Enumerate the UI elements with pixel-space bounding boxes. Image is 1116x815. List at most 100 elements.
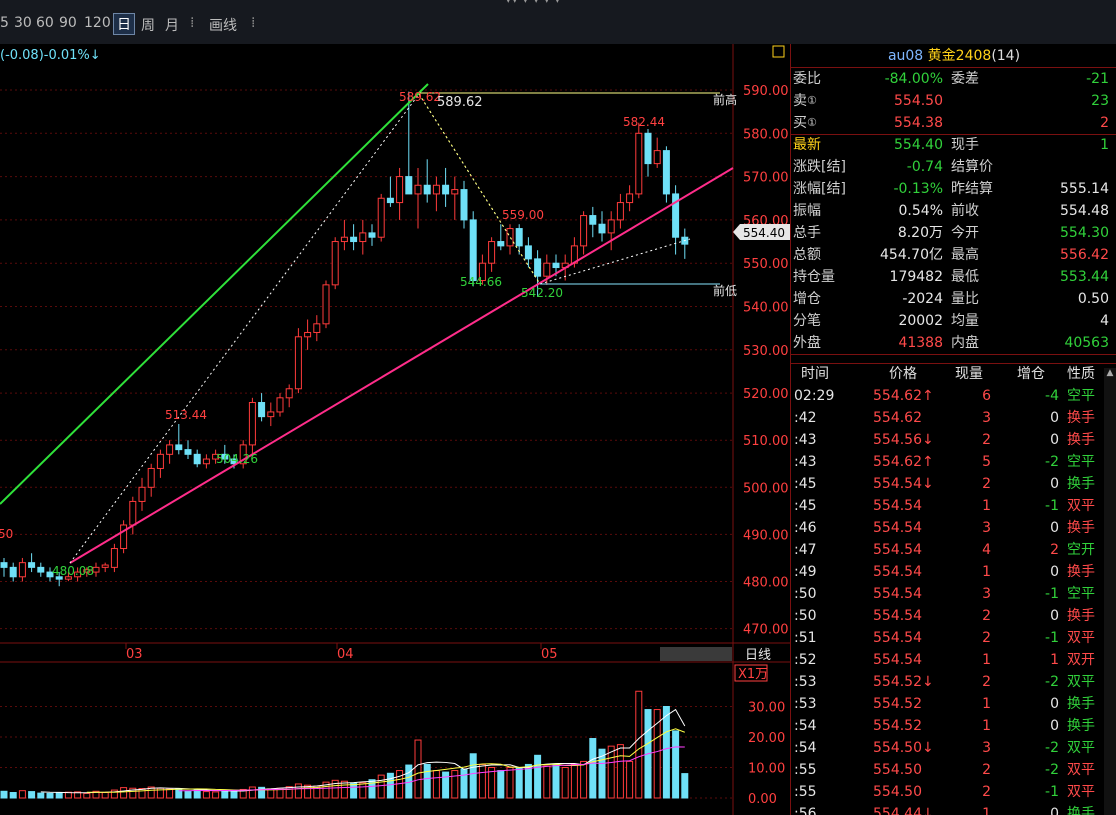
volume-bar	[285, 786, 293, 799]
period-day[interactable]: 日	[113, 13, 135, 35]
candle-body	[175, 444, 183, 451]
tick-price: 554.54	[873, 542, 922, 558]
quote-value: 8.20万	[897, 225, 943, 241]
candle-body	[377, 197, 385, 238]
quote-row: 涨幅[结] -0.13% 昨结算 555.14	[791, 178, 1116, 200]
candle-body	[0, 562, 8, 568]
price-tick-label: 470.00	[743, 623, 789, 638]
tick-oi-change: 2	[1050, 542, 1059, 558]
quote-value: 554.40	[894, 137, 943, 153]
period-120[interactable]: 120	[84, 15, 111, 31]
price-tick-label: 590.00	[743, 84, 789, 99]
quote-value: 554.30	[1060, 225, 1109, 241]
volume-bar	[561, 767, 569, 799]
volume-bar	[221, 789, 229, 799]
volume-bar	[635, 690, 643, 799]
tick-volume: 6	[982, 388, 991, 404]
period-90[interactable]: 90	[59, 15, 77, 31]
kline-chart[interactable]: 590.00580.00570.00560.00550.00540.00530.…	[0, 44, 790, 815]
volume-bar	[552, 763, 560, 799]
tick-volume: 3	[982, 410, 991, 426]
tick-price: 554.50	[873, 784, 922, 800]
tick-volume: 5	[982, 454, 991, 470]
tick-time: :53	[794, 674, 817, 690]
vertical-dots-icon[interactable]: ⁞	[251, 15, 255, 31]
annotation-low1: 480.08	[52, 564, 94, 578]
tick-row: :54 554.50↓ 3 -2 双平	[791, 737, 1116, 759]
quote-value: 0.50	[1077, 291, 1109, 307]
candle-body	[469, 219, 477, 282]
tick-volume: 2	[982, 432, 991, 448]
period-30[interactable]: 30	[14, 15, 32, 31]
contract-num: (14)	[991, 48, 1021, 64]
tick-oi-change: -1	[1045, 784, 1059, 800]
quote-value: -84.00%	[884, 71, 943, 87]
tick-volume: 1	[982, 718, 991, 734]
volume-bar	[570, 763, 578, 799]
tick-scrollbar[interactable]: ▲	[1104, 368, 1116, 815]
tick-row: :43 554.62↑ 5 -2 空平	[791, 451, 1116, 473]
volume-bar	[101, 792, 109, 799]
candle-body	[147, 467, 155, 488]
tick-nature: 换手	[1067, 432, 1095, 448]
tick-price: 554.54	[873, 564, 922, 580]
annotation-low3: 542.20	[521, 286, 563, 300]
quote-row: 卖 ① 554.50 23	[791, 90, 1116, 112]
tick-nature: 双平	[1067, 740, 1095, 756]
tick-price: 554.62↑	[873, 454, 934, 470]
tick-nature: 换手	[1067, 806, 1095, 815]
tick-nature: 双平	[1067, 784, 1095, 800]
tick-volume: 1	[982, 696, 991, 712]
tick-time: 02:29	[794, 388, 835, 404]
tick-row: :42 554.62 3 0 换手	[791, 407, 1116, 429]
volume-bar	[626, 760, 634, 799]
col-price: 价格	[889, 366, 917, 382]
tick-volume: 2	[982, 476, 991, 492]
candle-body	[460, 189, 468, 221]
volume-bar	[451, 770, 459, 799]
tick-time: :54	[794, 740, 817, 756]
candle-body	[552, 262, 560, 269]
quote-value: 23	[1091, 93, 1109, 109]
quote-label: 涨幅[结]	[793, 181, 846, 197]
quote-row: 增仓 -2024 量比 0.50	[791, 288, 1116, 310]
tick-row: :55 554.50 2 -1 双平	[791, 781, 1116, 803]
contract-name: 黄金2408	[927, 48, 992, 64]
tick-nature: 换手	[1067, 564, 1095, 580]
candle-body	[350, 236, 358, 243]
price-tick-label: 580.00	[743, 127, 789, 142]
tick-oi-change: -1	[1045, 498, 1059, 514]
quote-row: 总额 454.70亿 最高 556.42	[791, 244, 1116, 266]
tick-oi-change: 0	[1050, 806, 1059, 815]
period-5[interactable]: 5	[0, 15, 9, 31]
tick-price: 554.50↓	[873, 740, 934, 756]
volume-bar	[212, 791, 220, 799]
period-month[interactable]: 月	[165, 15, 179, 35]
quote-value: 40563	[1064, 335, 1109, 351]
volume-bar	[377, 774, 385, 799]
tick-nature: 换手	[1067, 476, 1095, 492]
tick-oi-change: 0	[1050, 696, 1059, 712]
price-tick-label: 530.00	[743, 344, 789, 359]
candle-body	[635, 132, 643, 195]
tick-price: 554.62	[873, 410, 922, 426]
candle-body	[258, 402, 266, 418]
month-label: 03	[126, 647, 143, 662]
tick-time: :55	[794, 762, 817, 778]
candle-body	[313, 323, 321, 333]
period-week[interactable]: 周	[141, 15, 155, 35]
volume-bar	[414, 739, 422, 799]
draw-line-button[interactable]: 画线	[209, 15, 237, 35]
volume-bar	[9, 792, 17, 799]
quote-label: 今开	[951, 225, 979, 241]
tick-price: 554.54	[873, 498, 922, 514]
candle-body	[497, 241, 505, 247]
tick-price: 554.52↓	[873, 674, 934, 690]
candle-body	[598, 223, 606, 234]
candle-body	[515, 228, 523, 247]
scroll-up-icon[interactable]: ▲	[1105, 368, 1115, 380]
tick-price: 554.54	[873, 652, 922, 668]
period-60[interactable]: 60	[36, 15, 54, 31]
candle-body	[534, 258, 542, 277]
prev-low-label: 前低	[713, 283, 737, 298]
